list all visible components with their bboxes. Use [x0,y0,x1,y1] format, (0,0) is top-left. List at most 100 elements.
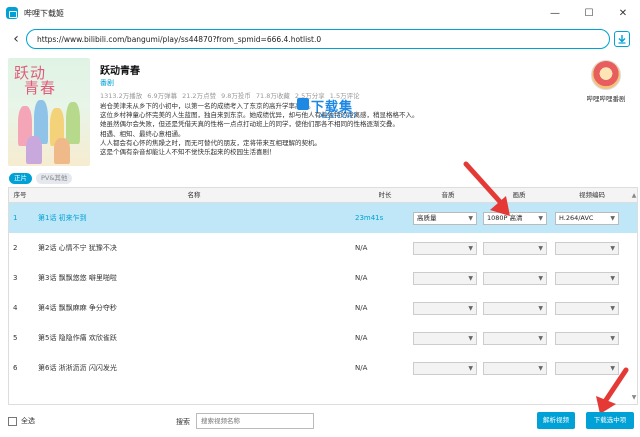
chevron-down-icon: ▼ [538,305,543,312]
table-row[interactable]: 3 第3话 飘飘悠悠 噼里啪啦 N/A ▼ ▼ ▼ [9,263,637,293]
stat-views: 1313.2万播放 [100,92,143,100]
chevron-down-icon: ▼ [538,275,543,282]
stat-coins: 9.8万投币 [221,92,251,100]
chevron-down-icon: ▼ [538,335,543,342]
table-row[interactable]: 5 第5话 隐隐作痛 欢欣雀跃 N/A ▼ ▼ ▼ [9,323,637,353]
chevron-down-icon: ▼ [538,365,543,372]
chevron-down-icon: ▼ [468,365,473,372]
row-duration: N/A [355,334,368,342]
video-quality-select[interactable]: ▼ [483,242,547,255]
chevron-down-icon: ▼ [468,245,473,252]
row-name: 第5话 隐隐作痛 欢欣雀跃 [38,334,117,342]
row-duration: N/A [355,304,368,312]
table-row[interactable]: 1 第1话 初来乍到 23m41s 高质量 ▼ 1080P 高清 ▼ H.264/A… [9,203,637,233]
row-index: 4 [13,304,18,312]
chevron-down-icon: ▼ [468,335,473,342]
poster-title-line2: 青春 [24,79,57,97]
parse-video-button[interactable]: 解析视频 [537,412,575,429]
stat-likes: 21.2万点赞 [182,92,217,100]
video-quality-select[interactable]: ▼ [483,362,547,375]
download-selected-button[interactable]: 下载选中项 [586,412,634,429]
row-duration: N/A [355,274,368,282]
annotation-arrow-icon [463,161,510,216]
tab-main[interactable]: 正片 [9,173,32,184]
video-codec-select[interactable]: ▼ [555,332,619,345]
video-quality-select[interactable]: ▼ [483,332,547,345]
back-arrow-icon[interactable]: ‹ [6,29,26,49]
download-parse-icon[interactable] [614,31,630,47]
app-logo-icon [6,7,18,19]
row-index: 5 [13,334,18,342]
table-row[interactable]: 6 第6话 淅淅沥沥 闪闪发光 N/A ▼ ▼ ▼ [9,353,637,383]
video-codec-select[interactable]: ▼ [555,242,619,255]
video-quality-select[interactable]: ▼ [483,272,547,285]
chevron-down-icon: ▼ [610,215,615,222]
poster-figure [66,102,80,144]
video-codec-select[interactable]: ▼ [555,302,619,315]
checkbox-icon[interactable] [8,416,17,426]
season-title: 跃动青春 [100,66,140,77]
audio-quality-select[interactable]: ▼ [413,332,477,345]
row-name: 第4话 飘飘麻麻 争分夺秒 [38,304,117,312]
header-index: 序号 [13,191,27,199]
footer-bar: 全选 搜索 解析视频 下载选中项 [0,405,640,437]
poster-figure [26,136,42,164]
row-index: 1 [13,214,18,222]
header-codec: 视频编码 [579,191,605,199]
scroll-up-arrow-icon[interactable]: ▲ [629,188,637,203]
chevron-down-icon: ▼ [468,275,473,282]
watermark-sub: xzji.com [319,111,357,121]
season-description: 岩仓美津未从乡下的小初中，以第一名的成绩考入了东京的高升学率高中。 这位乡村神童… [100,102,480,157]
video-quality-select[interactable]: ▼ [483,302,547,315]
row-index: 6 [13,364,18,372]
audio-quality-select[interactable]: ▼ [413,272,477,285]
row-duration: N/A [355,244,368,252]
season-poster: 跃动 青春 [8,58,90,166]
tab-pv-other[interactable]: PV&其他 [36,173,73,184]
stat-danmaku: 6.9万弹幕 [147,92,178,100]
url-input[interactable] [26,29,610,49]
minimize-button[interactable]: — [538,0,572,26]
table-row[interactable]: 2 第2话 心情不宁 犹豫不决 N/A ▼ ▼ ▼ [9,233,637,263]
chevron-down-icon: ▼ [538,245,543,252]
audio-quality-select[interactable]: ▼ [413,362,477,375]
header-duration: 时长 [378,191,392,199]
search-label: 搜索 [176,418,190,426]
url-bar: ‹ [0,26,640,52]
table-row[interactable]: 4 第4话 飘飘麻麻 争分夺秒 N/A ▼ ▼ ▼ [9,293,637,323]
row-duration: 23m41s [355,214,384,222]
search-input[interactable] [196,413,314,429]
description-line: 人人都会有心怀的焦躁之时，而无可替代的朋友，定将带来互相理解的契机。 [100,138,321,147]
avatar[interactable] [591,60,621,90]
uploader[interactable]: 哔哩哔哩番剧 [576,60,636,103]
audio-quality-value: 高质量 [417,214,437,222]
row-name: 第2话 心情不宁 犹豫不决 [38,244,117,252]
audio-quality-select[interactable]: ▼ [413,302,477,315]
row-name: 第3话 飘飘悠悠 噼里啪啦 [38,274,117,282]
chevron-down-icon: ▼ [610,275,615,282]
header-name: 名称 [187,191,201,199]
chevron-down-icon: ▼ [610,335,615,342]
stat-favorites: 71.8万收藏 [255,92,290,100]
maximize-button[interactable]: ☐ [572,0,606,26]
row-index: 3 [13,274,18,282]
select-all-checkbox[interactable]: 全选 [8,416,35,426]
section-tabs: 正片 PV&其他 [9,173,73,184]
chevron-down-icon: ▼ [538,215,543,222]
close-button[interactable]: ✕ [606,0,640,26]
arrow-down-icon [618,35,626,44]
title-bar: 哔哩下载姬 — ☐ ✕ [0,0,640,26]
season-info: 跃动 青春 跃动青春 番剧 1313.2万播放 6.9万弹幕 21.2万点赞 9… [0,54,640,172]
season-type: 番剧 [100,79,114,87]
watermark-logo-icon [297,98,309,110]
description-line: 岩仓美津未从乡下的小初中，以第一名的成绩考入了东京的高升学率高中。 [100,102,315,110]
video-codec-select[interactable]: ▼ [555,272,619,285]
video-codec-select[interactable]: H.264/AVC ▼ [555,212,619,225]
audio-quality-select[interactable]: ▼ [413,242,477,255]
description-line: 相遇、相知、最终心意相通。 [100,129,185,138]
row-duration: N/A [355,364,368,372]
select-all-label: 全选 [21,417,35,425]
poster-title: 跃动 青春 [14,66,56,96]
row-name: 第1话 初来乍到 [38,214,87,222]
site-watermark: 下载集 xzji.com [297,96,387,124]
